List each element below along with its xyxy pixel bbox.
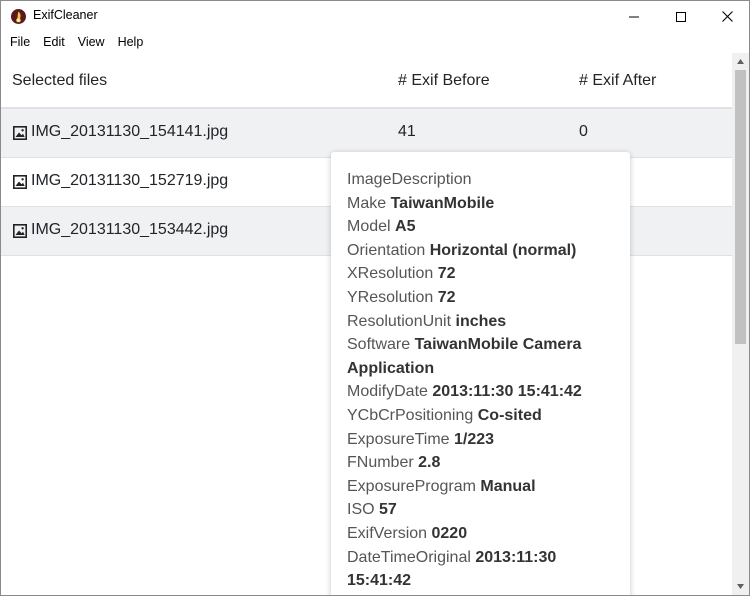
exif-key: FNumber xyxy=(347,454,414,472)
exif-value: 72 xyxy=(437,288,456,306)
exif-key: Software xyxy=(347,336,411,354)
exif-value: 57 xyxy=(379,501,397,519)
window-title: ExifCleaner xyxy=(33,8,98,22)
menu-bar: File Edit View Help xyxy=(1,32,749,54)
maximize-button[interactable] xyxy=(658,1,704,32)
exif-key: ExposureTime xyxy=(347,430,450,448)
exif-entry: FNumber 2.8 xyxy=(347,451,609,475)
exif-key: ModifyDate xyxy=(347,383,428,401)
title-bar[interactable]: ExifCleaner xyxy=(1,1,749,32)
exif-entry: ISO 57 xyxy=(347,498,609,522)
menu-edit[interactable]: Edit xyxy=(43,32,65,54)
vertical-scrollbar[interactable] xyxy=(732,53,749,595)
exif-value: 72 xyxy=(437,265,456,283)
exif-entry: ResolutionUnit inches xyxy=(347,310,609,334)
exif-entry: Orientation Horizontal (normal) xyxy=(347,239,609,263)
menu-help[interactable]: Help xyxy=(118,32,144,54)
exif-tooltip: ImageDescription Make TaiwanMobile Model… xyxy=(331,152,630,595)
exif-entry: ExifVersion 0220 xyxy=(347,522,609,546)
exif-key: ISO xyxy=(347,501,375,519)
image-file-icon xyxy=(13,175,27,189)
exif-entry: ExposureProgram Manual xyxy=(347,475,609,499)
exif-after-count: 0 xyxy=(579,123,588,140)
exif-value: 2.8 xyxy=(418,454,441,472)
menu-view[interactable]: View xyxy=(78,32,105,54)
image-file-icon xyxy=(13,224,27,238)
exif-value: Co-sited xyxy=(477,406,542,424)
image-file-icon xyxy=(13,126,27,140)
exif-entry: YResolution 72 xyxy=(347,286,609,310)
exif-entry: Make TaiwanMobile xyxy=(347,192,609,216)
table-header: Selected files # Exif Before # Exif Afte… xyxy=(1,57,732,109)
exifcleaner-logo-icon xyxy=(11,9,26,24)
exif-key: Model xyxy=(347,218,391,236)
header-exif-before: # Exif Before xyxy=(398,72,490,89)
exif-before-count: 41 xyxy=(398,123,416,140)
exif-key: DateTimeOriginal xyxy=(347,548,471,566)
exif-entry: Software TaiwanMobile Camera Application xyxy=(347,333,609,380)
exif-entry: YCbCrPositioning Co-sited xyxy=(347,404,609,428)
maximize-icon xyxy=(676,11,686,22)
exif-key: ImageDescription xyxy=(347,171,472,188)
exif-key: YResolution xyxy=(347,288,434,306)
exif-key: ResolutionUnit xyxy=(347,312,452,330)
exif-key: Make xyxy=(347,194,387,212)
close-button[interactable] xyxy=(704,1,749,32)
exif-key: YCbCrPositioning xyxy=(347,406,474,424)
exif-value: 0220 xyxy=(431,524,468,542)
exif-value: 1/223 xyxy=(454,430,495,448)
exif-key: XResolution xyxy=(347,265,434,283)
exif-entry: XResolution 72 xyxy=(347,262,609,286)
scrollbar-thumb[interactable] xyxy=(735,70,746,344)
header-selected-files: Selected files xyxy=(12,72,108,89)
header-exif-after: # Exif After xyxy=(579,72,657,89)
exif-value: inches xyxy=(455,312,507,330)
minimize-icon xyxy=(629,16,639,17)
table-row[interactable]: IMG_20131130_154141.jpg 41 0 xyxy=(1,109,732,158)
app-window: ExifCleaner File Edit View Help Selected… xyxy=(0,0,750,596)
minimize-button[interactable] xyxy=(611,1,657,32)
exif-entry: ExposureTime 1/223 xyxy=(347,428,609,452)
close-icon xyxy=(721,11,733,22)
exif-entry: ImageDescription xyxy=(347,168,609,192)
menu-file[interactable]: File xyxy=(10,32,30,54)
scroll-up-button[interactable] xyxy=(732,53,749,70)
arrow-down-icon xyxy=(737,584,744,589)
exif-entry: Model A5 xyxy=(347,215,609,239)
exif-value: Horizontal (normal) xyxy=(429,241,577,259)
scroll-down-button[interactable] xyxy=(732,578,749,595)
file-name: IMG_20131130_154141.jpg xyxy=(31,123,229,140)
exif-value: 2013:11:30 15:41:42 xyxy=(432,383,582,401)
exif-entry: DateTimeOriginal 2013:11:30 15:41:42 xyxy=(347,546,609,593)
exif-value: Manual xyxy=(480,477,536,495)
arrow-up-icon xyxy=(737,59,744,64)
exif-key: ExifVersion xyxy=(347,524,428,542)
exif-key: ExposureProgram xyxy=(347,477,476,495)
exif-key: Orientation xyxy=(347,241,426,259)
exif-entry: ModifyDate 2013:11:30 15:41:42 xyxy=(347,380,609,404)
file-name: IMG_20131130_153442.jpg xyxy=(31,221,229,238)
exif-value: TaiwanMobile xyxy=(390,194,495,212)
exif-value: A5 xyxy=(395,218,416,236)
file-name: IMG_20131130_152719.jpg xyxy=(31,172,229,189)
